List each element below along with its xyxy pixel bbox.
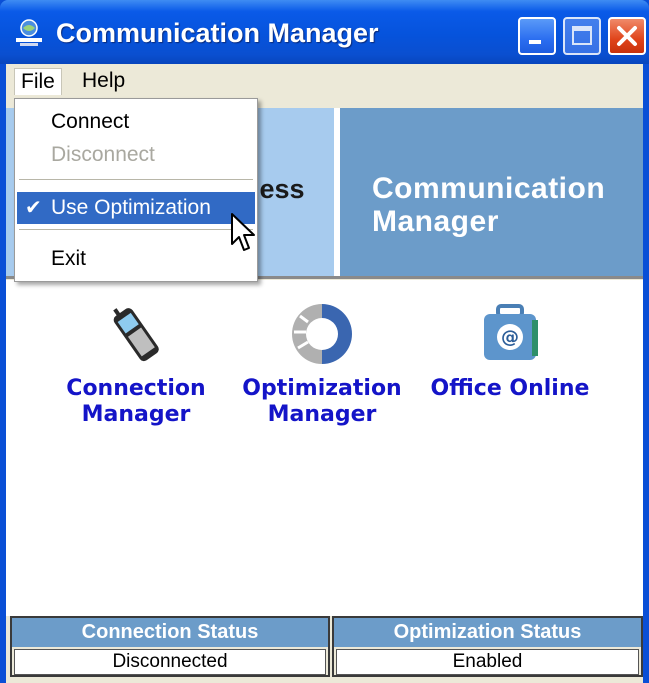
minimize-button[interactable] [518, 17, 556, 55]
window-title: Communication Manager [56, 18, 379, 48]
launcher-label-connection: Connection Manager [66, 376, 206, 427]
title-bar[interactable]: Communication Manager [0, 0, 649, 64]
status-panel: Connection Status Disconnected Optimizat… [6, 616, 643, 677]
checkmark-icon: ✔ [25, 197, 42, 219]
mouse-pointer-icon [231, 213, 255, 251]
office-online-launcher[interactable]: @ Office Online [420, 298, 600, 402]
mobile-phone-icon [113, 308, 159, 362]
optimization-status-box: Optimization Status Enabled [332, 616, 643, 677]
maximize-icon [572, 26, 592, 45]
office-online-icon: @ [484, 304, 538, 360]
menu-bar: File Help [6, 64, 643, 98]
optimization-status-value: Enabled [336, 649, 639, 675]
menu-item-exit[interactable]: Exit [17, 244, 255, 274]
file-dropdown-menu: Connect Disconnect ✔ Use Optimization Ex… [14, 98, 258, 282]
menu-separator [19, 229, 253, 230]
launcher-area: Connection Manager Optimization Manager … [6, 280, 643, 666]
banner-left-text: less [252, 174, 305, 204]
banner-title: Communication Manager [372, 172, 606, 238]
menu-file[interactable]: File [14, 68, 62, 95]
optimization-icon [292, 304, 352, 364]
app-globe-icon [16, 19, 42, 46]
menu-separator [19, 179, 253, 180]
menu-help[interactable]: Help [76, 68, 131, 94]
menu-item-connect[interactable]: Connect [17, 107, 255, 137]
svg-text:@: @ [501, 327, 519, 348]
connection-status-value: Disconnected [14, 649, 326, 675]
menu-item-disconnect: Disconnect [51, 143, 155, 166]
connection-status-box: Connection Status Disconnected [10, 616, 330, 677]
app-window: Communication Manager File Help less Com… [0, 0, 649, 683]
optimization-manager-launcher[interactable]: Optimization Manager [232, 298, 412, 428]
maximize-button[interactable] [563, 17, 601, 55]
optimization-status-header: Optimization Status [334, 618, 641, 647]
launcher-label-office: Office Online [430, 376, 590, 401]
launcher-label-optimization: Optimization Manager [242, 376, 402, 427]
close-icon [617, 26, 637, 46]
connection-status-header: Connection Status [12, 618, 328, 647]
minimize-icon [529, 40, 541, 44]
menu-item-use-optimization-label: Use Optimization [51, 196, 211, 219]
close-button[interactable] [608, 17, 646, 55]
banner-right-panel: Communication Manager [340, 108, 643, 276]
connection-manager-launcher[interactable]: Connection Manager [46, 298, 226, 428]
menu-item-use-optimization[interactable]: ✔ Use Optimization [17, 192, 255, 224]
